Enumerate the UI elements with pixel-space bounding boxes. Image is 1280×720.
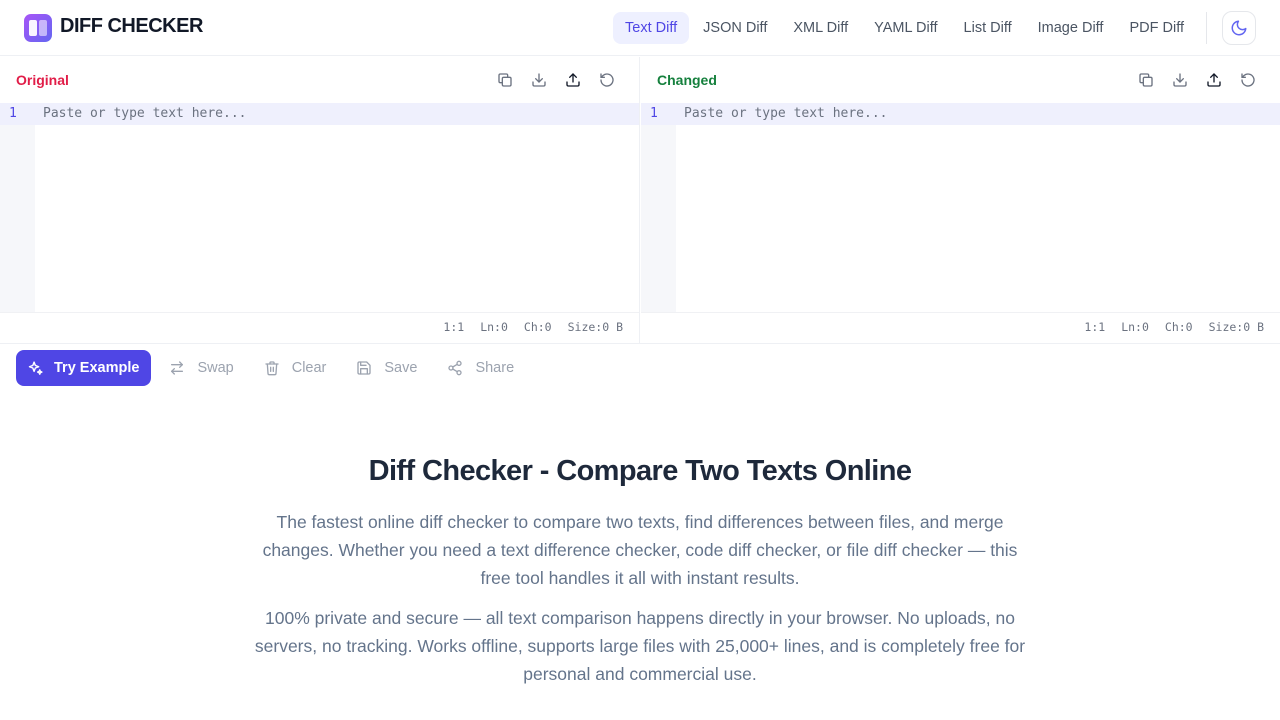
changed-line-gutter (641, 103, 676, 312)
tab-yaml-diff[interactable]: YAML Diff (862, 12, 949, 44)
original-line-gutter (0, 103, 35, 312)
top-bar: DIFF CHECKER Text Diff JSON Diff XML Dif… (0, 0, 1280, 56)
reset-icon[interactable] (1238, 70, 1258, 90)
clear-button[interactable]: Clear (252, 350, 339, 386)
editor-bottom-divider (0, 343, 1280, 344)
download-icon[interactable] (529, 70, 549, 90)
tab-image-diff[interactable]: Image Diff (1026, 12, 1116, 44)
tab-pdf-diff[interactable]: PDF Diff (1117, 12, 1196, 44)
cursor-position: 1:1 (443, 320, 465, 334)
download-icon[interactable] (1170, 70, 1190, 90)
action-bar: Try Example Swap Clear Save Share (16, 350, 526, 386)
text-size: Size:0 B (567, 320, 623, 334)
app-logo-icon[interactable] (24, 14, 52, 42)
save-icon (357, 361, 372, 375)
privacy-paragraph: 100% private and secure — all text compa… (254, 608, 1026, 684)
tab-list-diff[interactable]: List Diff (952, 12, 1024, 44)
brand-name[interactable]: DIFF CHECKER (60, 15, 203, 38)
char-count: Ch:0 (1164, 320, 1193, 334)
theme-toggle-button[interactable] (1222, 11, 1256, 45)
save-label: Save (384, 360, 418, 376)
nav-divider (1206, 12, 1207, 44)
swap-icon (171, 361, 184, 375)
changed-line-number: 1 (650, 106, 658, 121)
changed-pane: Changed 1 1:1 Ln:0 Ch:0 Size:0 B (641, 57, 1280, 343)
intro-paragraph: The fastest online diff checker to compa… (262, 512, 1018, 588)
try-example-label: Try Example (54, 360, 140, 376)
upload-icon[interactable] (563, 70, 583, 90)
original-status-bar: 1:1 Ln:0 Ch:0 Size:0 B (443, 320, 623, 334)
clear-label: Clear (291, 360, 327, 376)
original-title: Original (16, 72, 69, 88)
original-pane: Original 1 1:1 Ln:0 Ch:0 Size:0 B (0, 57, 640, 343)
moon-icon (1231, 20, 1247, 36)
try-example-button[interactable]: Try Example (16, 350, 152, 386)
original-status-divider (0, 312, 639, 313)
share-label: Share (475, 360, 515, 376)
upload-icon[interactable] (1204, 70, 1224, 90)
line-count: Ln:0 (480, 320, 508, 334)
diff-type-nav: Text Diff JSON Diff XML Diff YAML Diff L… (613, 12, 1196, 44)
changed-pane-header: Changed (641, 57, 1280, 103)
original-line-number: 1 (9, 106, 17, 121)
changed-text-input[interactable] (676, 103, 1280, 312)
cursor-position: 1:1 (1084, 320, 1106, 334)
swap-label: Swap (197, 360, 234, 376)
save-button[interactable]: Save (344, 350, 429, 386)
text-size: Size:0 B (1208, 320, 1264, 334)
tab-json-diff[interactable]: JSON Diff (691, 12, 779, 44)
char-count: Ch:0 (523, 320, 552, 334)
sparkles-icon (28, 360, 43, 375)
changed-status-bar: 1:1 Ln:0 Ch:0 Size:0 B (1084, 320, 1264, 334)
original-pane-header: Original (0, 57, 639, 103)
tab-xml-diff[interactable]: XML Diff (781, 12, 860, 44)
reset-icon[interactable] (597, 70, 617, 90)
trash-icon (265, 361, 279, 376)
changed-toolbar (1136, 70, 1258, 90)
copy-icon[interactable] (495, 70, 515, 90)
swap-button[interactable]: Swap (157, 350, 245, 386)
copy-icon[interactable] (1136, 70, 1156, 90)
original-text-input[interactable] (35, 103, 639, 312)
tab-text-diff[interactable]: Text Diff (613, 12, 690, 44)
original-toolbar (495, 70, 617, 90)
share-button[interactable]: Share (435, 350, 526, 386)
line-count: Ln:0 (1121, 320, 1149, 334)
changed-status-divider (641, 312, 1280, 313)
share-icon (448, 360, 463, 376)
changed-title: Changed (657, 72, 717, 88)
page-title: Diff Checker - Compare Two Texts Online (368, 455, 912, 487)
